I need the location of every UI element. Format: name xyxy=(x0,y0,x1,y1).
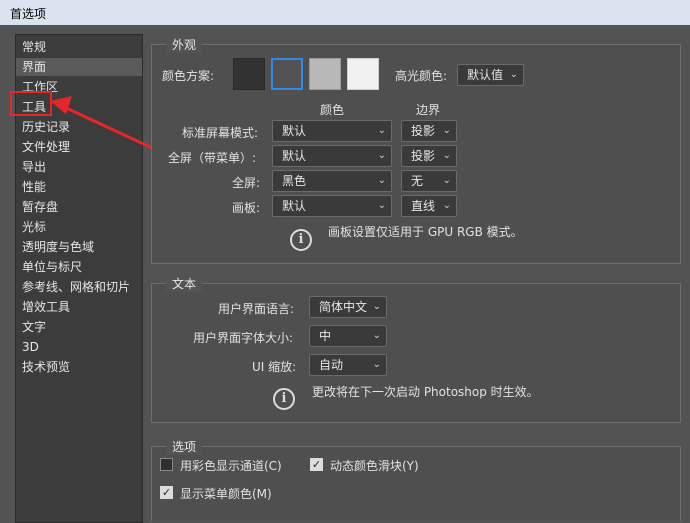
restart-note: 更改将在下一次启动 Photoshop 时生效。 xyxy=(312,385,539,399)
ui-language-label: 用户界面语言: xyxy=(218,302,295,316)
highlight-color-label: 高光颜色: xyxy=(395,69,448,83)
artboard-color-value: 默认 xyxy=(282,199,307,213)
highlight-color-select[interactable]: 默认值 ⌄ xyxy=(457,64,524,86)
color-scheme-swatch-dark[interactable] xyxy=(271,58,303,90)
color-channels-checkbox[interactable] xyxy=(160,458,173,471)
column-header-border: 边界 xyxy=(416,103,441,117)
chevron-down-icon: ⌄ xyxy=(377,175,386,186)
chevron-down-icon: ⌄ xyxy=(442,200,451,211)
color-scheme-swatch-lightest[interactable] xyxy=(347,58,379,90)
color-scheme-swatch-darkest[interactable] xyxy=(233,58,265,90)
highlight-color-value: 默认值 xyxy=(467,68,504,82)
chevron-down-icon: ⌄ xyxy=(377,200,386,211)
fullscreen-color-value: 黑色 xyxy=(282,174,307,188)
fullscreen-border-select[interactable]: 无 ⌄ xyxy=(401,170,457,192)
fullscreen-menus-border-select[interactable]: 投影 ⌄ xyxy=(401,145,457,167)
standard-screen-mode-label: 标准屏幕模式: xyxy=(182,126,259,140)
artboard-note: 画板设置仅适用于 GPU RGB 模式。 xyxy=(328,225,523,239)
fullscreen-color-select[interactable]: 黑色 ⌄ xyxy=(272,170,392,192)
dynamic-color-sliders-label[interactable]: 动态颜色滑块(Y) xyxy=(330,457,419,474)
chevron-down-icon: ⌄ xyxy=(442,150,451,161)
artboard-border-value: 直线 xyxy=(411,199,436,213)
fullscreen-label: 全屏: xyxy=(232,176,261,190)
ui-font-size-value: 中 xyxy=(319,329,332,343)
text-title: 文本 xyxy=(166,275,203,292)
fullscreen-border-value: 无 xyxy=(411,174,424,188)
chevron-down-icon: ⌄ xyxy=(442,125,451,136)
show-menu-colors-label[interactable]: 显示菜单颜色(M) xyxy=(180,485,272,502)
chevron-down-icon: ⌄ xyxy=(372,359,381,370)
color-scheme-label: 颜色方案: xyxy=(162,69,215,83)
ui-scaling-label: UI 缩放: xyxy=(252,360,297,374)
column-header-color: 颜色 xyxy=(320,103,345,117)
artboard-label: 画板: xyxy=(232,201,261,215)
fullscreen-menus-border-value: 投影 xyxy=(411,149,436,163)
ui-language-select[interactable]: 简体中文 ⌄ xyxy=(309,296,387,318)
chevron-down-icon: ⌄ xyxy=(372,301,381,312)
show-menu-colors-checkbox[interactable]: ✓ xyxy=(160,486,173,499)
chevron-down-icon: ⌄ xyxy=(372,330,381,341)
chevron-down-icon: ⌄ xyxy=(442,175,451,186)
ui-font-size-select[interactable]: 中 ⌄ xyxy=(309,325,387,347)
fullscreen-menus-color-select[interactable]: 默认 ⌄ xyxy=(272,145,392,167)
chevron-down-icon: ⌄ xyxy=(377,150,386,161)
artboard-color-select[interactable]: 默认 ⌄ xyxy=(272,195,392,217)
fullscreen-menus-color-value: 默认 xyxy=(282,149,307,163)
dynamic-color-sliders-checkbox[interactable]: ✓ xyxy=(310,458,323,471)
chevron-down-icon: ⌄ xyxy=(377,125,386,136)
standard-screen-color-select[interactable]: 默认 ⌄ xyxy=(272,120,392,142)
color-scheme-swatch-light[interactable] xyxy=(309,58,341,90)
ui-font-size-label: 用户界面字体大小: xyxy=(193,331,294,345)
artboard-border-select[interactable]: 直线 ⌄ xyxy=(401,195,457,217)
options-title: 选项 xyxy=(166,438,203,455)
chevron-down-icon: ⌄ xyxy=(509,69,518,80)
fullscreen-menus-label: 全屏（带菜单）: xyxy=(168,151,257,165)
standard-screen-color-value: 默认 xyxy=(282,124,307,138)
ui-language-value: 简体中文 xyxy=(319,300,368,314)
color-channels-label[interactable]: 用彩色显示通道(C) xyxy=(180,457,282,474)
info-icon: i xyxy=(273,388,295,410)
ui-scaling-select[interactable]: 自动 ⌄ xyxy=(309,354,387,376)
info-icon: i xyxy=(290,229,312,251)
standard-screen-border-value: 投影 xyxy=(411,124,436,138)
standard-screen-border-select[interactable]: 投影 ⌄ xyxy=(401,120,457,142)
appearance-title: 外观 xyxy=(166,36,203,53)
ui-scaling-value: 自动 xyxy=(319,358,344,372)
